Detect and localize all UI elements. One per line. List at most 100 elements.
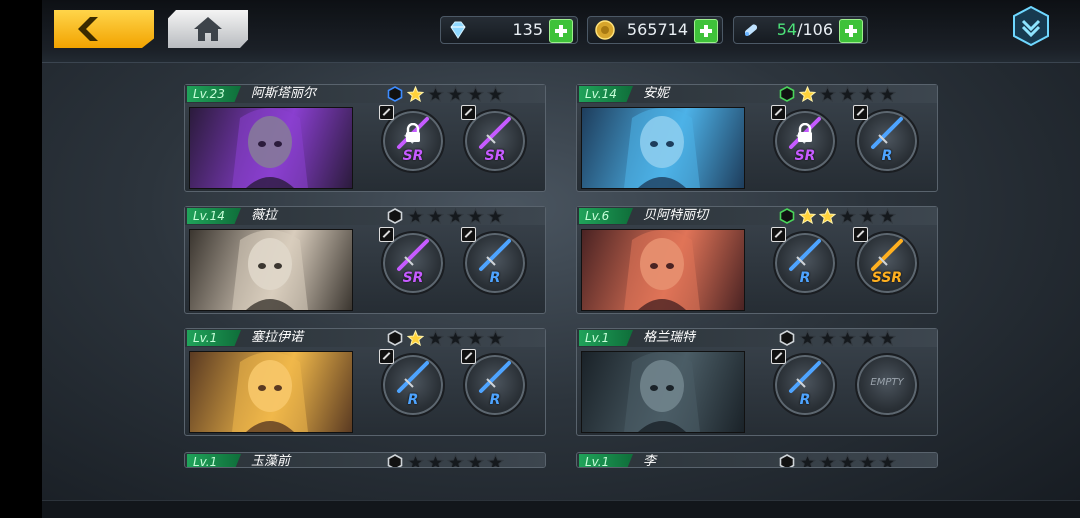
star-empty-icon: [467, 86, 484, 102]
star-empty-icon: [467, 330, 484, 346]
rarity-label: SR: [402, 148, 424, 164]
card-header: Lv.14 安妮: [577, 85, 937, 103]
level-badge: Lv.1: [187, 454, 241, 467]
equipment-slot[interactable]: R: [771, 349, 837, 417]
empty-equipment-slot[interactable]: EMPTY: [855, 353, 919, 417]
character-card[interactable]: Lv.1 李: [576, 452, 938, 468]
weapon-icon: [397, 239, 429, 271]
character-name: 塞拉伊诺: [251, 330, 304, 345]
character-art-icon: [624, 108, 700, 188]
add-capacity-button[interactable]: [839, 19, 863, 43]
star-empty-icon: [879, 208, 896, 224]
rarity-label: R: [881, 148, 893, 164]
star-rating: [407, 454, 507, 467]
screen-bezel: [0, 0, 42, 518]
character-art-icon: [232, 352, 308, 432]
star-empty-icon: [879, 454, 896, 467]
star-rating: [407, 330, 507, 346]
character-portrait: [189, 351, 353, 433]
rarity-label: R: [489, 392, 501, 408]
capacity-counter: 54/106: [733, 16, 868, 44]
star-empty-icon: [819, 330, 836, 346]
character-card[interactable]: Lv.1 玉藻前: [184, 452, 546, 468]
weapon-icon: [479, 361, 511, 393]
character-card[interactable]: Lv.14 薇拉 SR R: [184, 206, 546, 314]
star-empty-icon: [447, 208, 464, 224]
star-rating: [799, 454, 899, 467]
weapon-icon: [397, 361, 429, 393]
lock-icon: [798, 123, 812, 142]
equipment-slot[interactable]: SR: [379, 105, 445, 173]
capacity-current: 54: [776, 20, 798, 39]
star-empty-icon: [839, 208, 856, 224]
element-hexagon-icon: [387, 330, 403, 346]
equipment-slot[interactable]: SR: [379, 227, 445, 295]
star-empty-icon: [879, 330, 896, 346]
diamond-value: 135: [512, 20, 543, 39]
equipment-slot[interactable]: SR: [461, 105, 527, 173]
character-portrait: [581, 229, 745, 311]
card-header: Lv.1 李: [577, 453, 937, 467]
character-portrait: [189, 229, 353, 311]
capacity-max: /106: [797, 20, 833, 39]
card-header: Lv.1 塞拉伊诺: [185, 329, 545, 347]
character-art-icon: [624, 230, 700, 310]
menu-chevron-icon[interactable]: [1012, 6, 1050, 46]
character-art-icon: [624, 352, 700, 432]
diamond-counter: 135: [440, 16, 578, 44]
weapon-icon: [871, 239, 903, 271]
star-empty-icon: [819, 454, 836, 467]
star-empty-icon: [799, 454, 816, 467]
rarity-label: SR: [484, 148, 506, 164]
equipment-slot[interactable]: R: [379, 349, 445, 417]
element-hexagon-icon: [387, 454, 403, 467]
star-rating: [407, 86, 507, 102]
lock-icon: [406, 123, 420, 142]
capacity-value: 54/106: [777, 20, 833, 39]
card-header: Lv.14 薇拉: [185, 207, 545, 225]
star-empty-icon: [879, 86, 896, 102]
level-badge: Lv.1: [579, 330, 633, 346]
star-empty-icon: [427, 86, 444, 102]
star-empty-icon: [447, 330, 464, 346]
star-empty-icon: [447, 454, 464, 467]
add-diamonds-button[interactable]: [549, 19, 573, 43]
weapon-icon: [789, 361, 821, 393]
weapon-icon: [479, 239, 511, 271]
element-hexagon-icon: [779, 454, 795, 467]
character-portrait: [189, 107, 353, 189]
level-badge: Lv.14: [579, 86, 633, 102]
character-card[interactable]: Lv.1 格兰瑞特 R EMPTY: [576, 328, 938, 436]
equipment-slot[interactable]: R: [853, 105, 919, 173]
level-badge: Lv.23: [187, 86, 241, 102]
card-header: Lv.6 贝阿特丽切: [577, 207, 937, 225]
rarity-label: R: [489, 270, 501, 286]
character-card[interactable]: Lv.23 阿斯塔丽尔 SR SR: [184, 84, 546, 192]
character-card[interactable]: Lv.1 塞拉伊诺 R R: [184, 328, 546, 436]
rarity-label: SR: [794, 148, 816, 164]
star-empty-icon: [487, 208, 504, 224]
star-empty-icon: [407, 208, 424, 224]
rarity-label: R: [799, 270, 811, 286]
character-name: 薇拉: [251, 208, 278, 223]
weapon-icon: [789, 239, 821, 271]
bottom-bar: [42, 500, 1080, 518]
top-bar: 135 565714 54/106: [42, 0, 1080, 63]
star-empty-icon: [859, 86, 876, 102]
element-hexagon-icon: [779, 86, 795, 102]
star-filled-icon: [407, 86, 424, 102]
equipment-slot[interactable]: R: [461, 227, 527, 295]
equipment-slot[interactable]: R: [461, 349, 527, 417]
card-header: Lv.1 格兰瑞特: [577, 329, 937, 347]
equipment-slot[interactable]: SSR: [853, 227, 919, 295]
character-card[interactable]: Lv.14 安妮 SR R: [576, 84, 938, 192]
add-gold-button[interactable]: [694, 19, 718, 43]
equipment-slot[interactable]: R: [771, 227, 837, 295]
star-empty-icon: [819, 86, 836, 102]
home-button[interactable]: [168, 10, 248, 48]
equipment-slot[interactable]: SR: [771, 105, 837, 173]
back-button[interactable]: [54, 10, 154, 48]
character-card[interactable]: Lv.6 贝阿特丽切 R SSR: [576, 206, 938, 314]
star-empty-icon: [427, 208, 444, 224]
character-portrait: [581, 351, 745, 433]
